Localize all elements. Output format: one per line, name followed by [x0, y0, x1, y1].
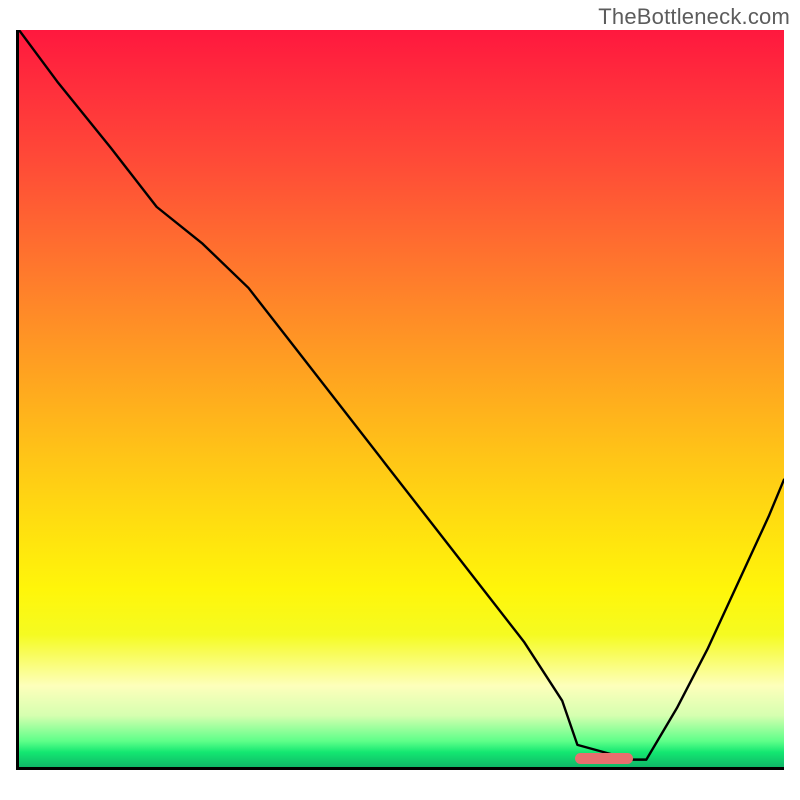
chart-curve: [19, 30, 784, 767]
watermark-label: TheBottleneck.com: [598, 4, 790, 30]
chart-area: [16, 30, 784, 770]
optimum-marker: [575, 753, 633, 764]
